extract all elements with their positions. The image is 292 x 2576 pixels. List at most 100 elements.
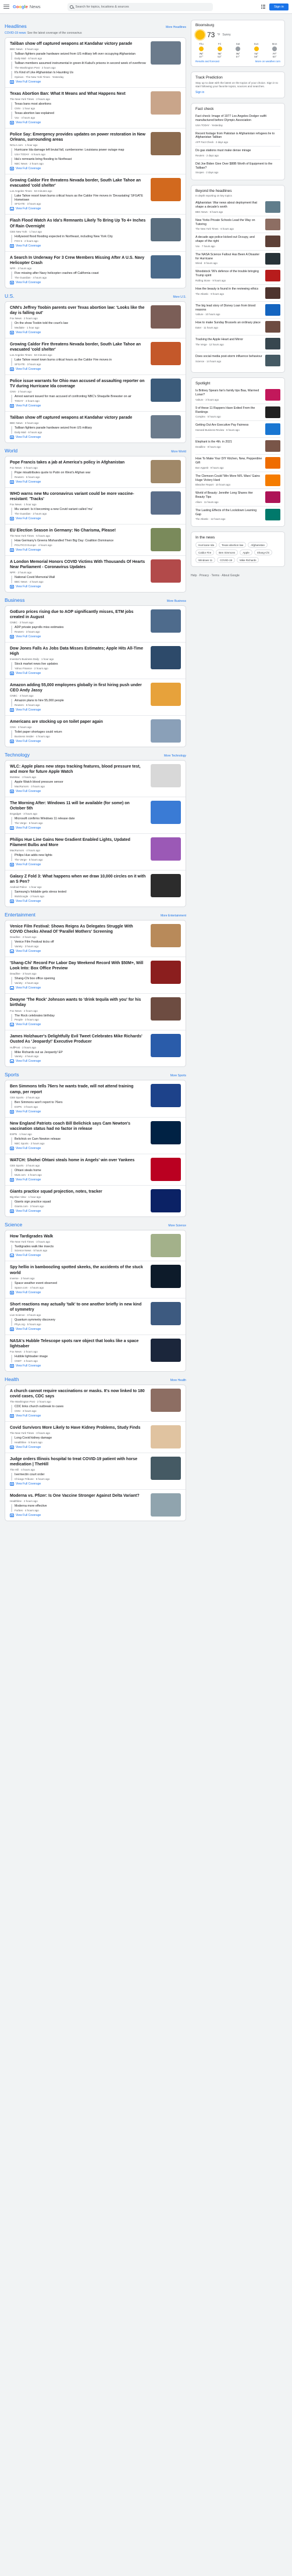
section-title[interactable]: Headlines <box>5 23 27 29</box>
related-headline[interactable]: Ben Simmons won't report to 76ers <box>15 1101 146 1105</box>
side-article[interactable]: Does social media post-storm influence b… <box>195 352 280 369</box>
sign-in-button[interactable]: Sign in <box>269 3 289 10</box>
side-article[interactable]: How the beauty is found in the reviewing… <box>195 285 280 302</box>
topic-chip[interactable]: Windows 11 <box>195 557 216 563</box>
related-article[interactable]: Shang-Chi box office opening Variety · 4 … <box>11 977 146 985</box>
related-article[interactable]: Five missing after Navy helicopter crash… <box>11 271 146 279</box>
related-article[interactable]: It's Kind of Like Afghanistan Is Hauntin… <box>11 70 146 79</box>
related-article[interactable]: How Germany's Greens Mishandled Their Bi… <box>11 538 146 547</box>
related-headline[interactable]: Ivermectin court order <box>15 1473 146 1477</box>
article-thumbnail[interactable] <box>151 1301 181 1325</box>
related-article[interactable]: Microsoft confirms Windows 11 release da… <box>11 817 146 825</box>
view-full-coverage-link[interactable]: View Full Coverage <box>10 863 146 867</box>
related-article[interactable]: ADP private payrolls miss estimates Reute… <box>11 625 146 633</box>
article-headline[interactable]: Spy hellio in bamboozling spotted skeeks… <box>10 1265 146 1275</box>
weather-card[interactable]: Bloomsburg 73 °F Sunny Thu 75° 57° Fri 76° 53… <box>191 20 285 67</box>
article-headline[interactable]: Dow Jones Falls As Jobs Data Misses Esti… <box>10 646 146 657</box>
related-headline[interactable]: CDC links church outbreak to cases <box>15 1405 146 1409</box>
article-thumbnail[interactable] <box>151 131 181 155</box>
view-full-coverage-link[interactable]: View Full Coverage <box>10 244 146 248</box>
article-headline[interactable]: WHO warns new Mu coronavirus variant cou… <box>10 491 146 502</box>
related-headline[interactable]: Space weather event observed <box>15 1282 146 1286</box>
view-full-coverage-link[interactable]: View Full Coverage <box>10 986 146 990</box>
related-article[interactable]: Long Covid kidney damage Healthline · 5 h… <box>11 1436 146 1444</box>
article-thumbnail[interactable] <box>151 91 181 115</box>
related-article[interactable]: Samsung's foldable gets stress tested 9to… <box>11 890 146 898</box>
side-article[interactable]: Woodstock '99's defence of the trouble b… <box>195 267 280 285</box>
related-headline[interactable]: Giants sign practice squad <box>15 1200 146 1204</box>
article-thumbnail[interactable] <box>151 1084 181 1108</box>
article-headline[interactable]: CNN's Jeffrey Toobin parents over Texas … <box>10 305 146 316</box>
related-headline[interactable]: Ohtani steals home <box>15 1169 146 1173</box>
related-headline[interactable]: Mike Richards out as Jeopardy! EP <box>15 1051 146 1055</box>
related-headline[interactable]: Pope misattributes quote to Putin on Wes… <box>15 471 146 475</box>
section-title[interactable]: U.S. <box>5 293 15 299</box>
related-headline[interactable]: ADP private payrolls miss estimates <box>15 626 146 630</box>
side-article-headline[interactable]: A decade ago police kicked out Occupy, a… <box>195 236 263 244</box>
related-article[interactable]: Taliban members assumed instrumental in … <box>11 61 146 69</box>
side-article-thumbnail[interactable] <box>265 287 280 299</box>
related-headline[interactable]: Five missing after Navy helicopter crash… <box>15 272 146 276</box>
section-more-link[interactable]: More Entertainment <box>161 914 186 918</box>
article-thumbnail[interactable] <box>151 837 181 861</box>
article-thumbnail[interactable] <box>151 609 181 633</box>
related-article[interactable]: Taliban fighters parade hardware seized … <box>11 52 146 60</box>
related-headline[interactable]: It's Kind of Like Afghanistan Is Hauntin… <box>15 71 146 75</box>
related-headline[interactable]: Quantum symmetry discovery <box>15 1318 146 1322</box>
related-article[interactable]: Mike Richards out as Jeopardy! EP Variety… <box>11 1050 146 1058</box>
side-article[interactable]: The NASA Science Fallout Has Been A Disa… <box>195 251 280 268</box>
related-headline[interactable]: Lake Tahoe resort town burns critical ho… <box>15 194 146 202</box>
related-article[interactable]: Ivermectin court order Chicago Tribune · … <box>11 1472 146 1480</box>
view-full-coverage-link[interactable]: View Full Coverage <box>10 1059 146 1064</box>
side-article-headline[interactable]: Woodstock '99's defence of the trouble b… <box>195 270 263 278</box>
article-headline[interactable]: Police issue warrants for Ohio man accus… <box>10 379 146 389</box>
related-article[interactable]: Ben Simmons won't report to 76ers ESPN · … <box>11 1100 146 1108</box>
article-headline[interactable]: Covid Survivors More Likely to Have Kidn… <box>10 1425 146 1430</box>
section-more-link[interactable]: More Health <box>170 1379 186 1382</box>
article-headline[interactable]: The Morning After: Windows 11 will be av… <box>10 801 146 811</box>
view-full-coverage-link[interactable]: View Full Coverage <box>10 671 146 675</box>
article-headline[interactable]: WATCH: Shohei Ohtani steals home in Ange… <box>10 1158 146 1163</box>
side-article-headline[interactable]: The Clemson Could 'Win More NFL Wars' Ga… <box>195 474 263 483</box>
side-article-headline[interactable]: Elephant is the 4th. in 2021 <box>195 440 263 444</box>
side-article-headline[interactable]: Does social media post-storm influence b… <box>195 355 263 359</box>
view-full-coverage-link[interactable]: View Full Coverage <box>10 330 146 334</box>
related-headline[interactable]: Tardigrades walk like insects <box>15 1245 146 1249</box>
article-headline[interactable]: Police Say: Emergency provides updates o… <box>10 132 146 142</box>
view-full-coverage-link[interactable]: View Full Coverage <box>10 1327 146 1331</box>
side-article[interactable]: 9 of these 11 Rappers Have Exited From t… <box>195 404 280 422</box>
side-article-thumbnail[interactable] <box>265 270 280 282</box>
favorites-signin-link[interactable]: Sign in <box>195 91 280 94</box>
related-headline[interactable]: Texas abortion law explained <box>15 112 146 116</box>
article-headline[interactable]: Growing Caldor Fire threatens Nevada bor… <box>10 342 146 352</box>
section-title[interactable]: Technology <box>5 752 30 758</box>
article-thumbnail[interactable] <box>151 218 181 242</box>
section-title[interactable]: World <box>5 448 17 454</box>
related-article[interactable]: National Covid Memorial Wall BBC News · 4… <box>11 575 146 583</box>
side-article[interactable]: The big lead story of Disney Loan from b… <box>195 302 280 319</box>
article-headline[interactable]: A London Memorial Honors COVID Victims W… <box>10 559 146 570</box>
view-full-coverage-link[interactable]: View Full Coverage <box>10 1209 146 1213</box>
article-thumbnail[interactable] <box>151 559 181 583</box>
view-full-coverage-link[interactable]: View Full Coverage <box>10 435 146 439</box>
section-more-link[interactable]: More Business <box>167 600 186 603</box>
view-full-coverage-link[interactable]: View Full Coverage <box>10 1513 146 1517</box>
article-headline[interactable]: Flash Flood Watch As Ida's Remnants Like… <box>10 218 146 229</box>
related-article[interactable]: Texas bans most abortions CNN · 1 hour ag… <box>11 102 146 110</box>
article-thumbnail[interactable] <box>151 1388 181 1412</box>
view-full-coverage-link[interactable]: View Full Coverage <box>10 480 146 484</box>
side-article-thumbnail[interactable] <box>265 304 280 316</box>
section-more-link[interactable]: More Headlines <box>166 26 186 29</box>
related-article[interactable]: Amazon plans to hire 55,000 people Reuter… <box>11 699 146 707</box>
view-full-coverage-link[interactable]: View Full Coverage <box>10 1254 146 1258</box>
view-full-coverage-link[interactable]: View Full Coverage <box>10 950 146 954</box>
view-full-coverage-link[interactable]: View Full Coverage <box>10 207 146 211</box>
side-article[interactable]: Tracking the Apple Heart and Mirror The V… <box>195 336 280 353</box>
side-article[interactable]: The Lasting Effects of the Lockdown Lear… <box>195 506 280 523</box>
side-article-headline[interactable]: Tracking the Apple Heart and Mirror <box>195 338 263 342</box>
view-full-coverage-link[interactable]: View Full Coverage <box>10 1109 146 1114</box>
article-thumbnail[interactable] <box>151 1189 181 1212</box>
weather-more-link[interactable]: More on weather.com <box>255 60 280 63</box>
related-article[interactable]: On the show Toobin told the court's law M… <box>11 321 146 329</box>
related-headline[interactable]: Ida's remnants bring flooding to Northea… <box>15 158 146 162</box>
